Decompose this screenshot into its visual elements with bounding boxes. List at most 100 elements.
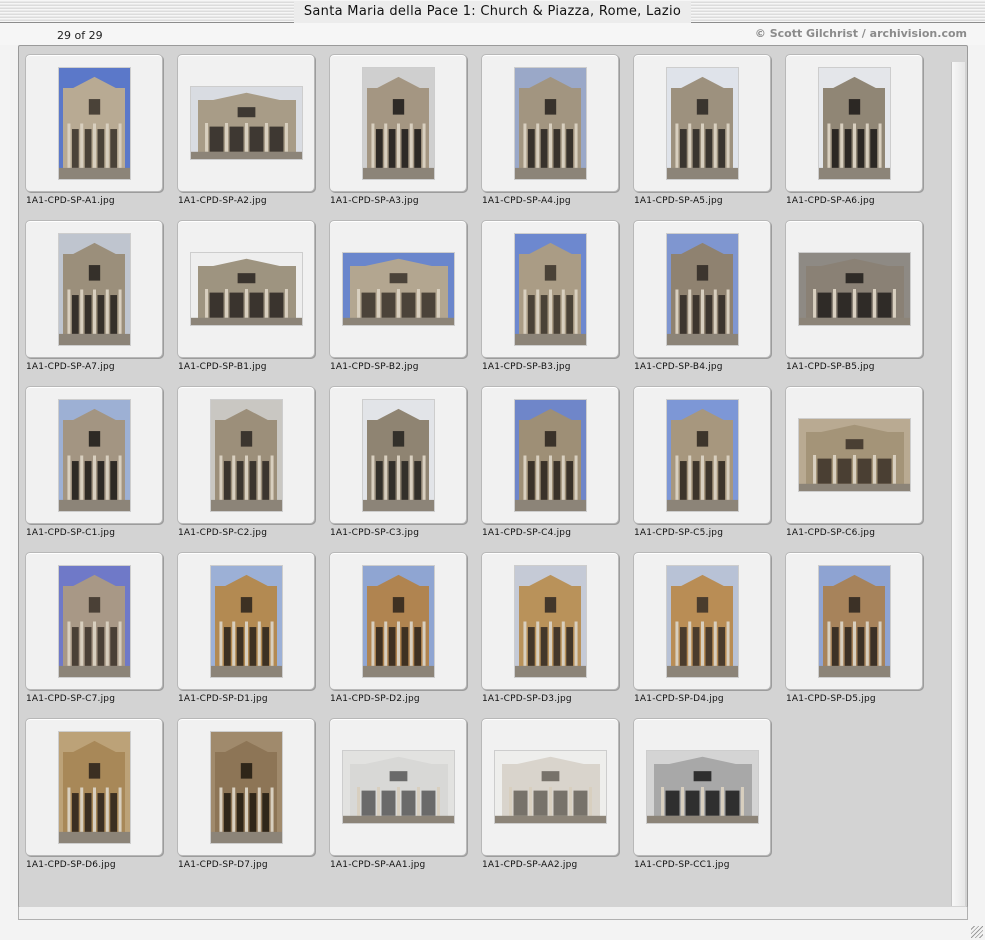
thumbnail-image[interactable]: [514, 67, 586, 179]
thumbnail-item[interactable]: 1A1-CPD-SP-C4.jpg: [481, 386, 621, 552]
copyright-credit: © Scott Gilchrist / archivision.com: [754, 27, 967, 40]
thumbnail-frame[interactable]: [177, 386, 315, 524]
thumbnail-image[interactable]: [362, 399, 434, 511]
thumbnail-frame[interactable]: [177, 54, 315, 192]
thumbnail-image[interactable]: [514, 233, 586, 345]
thumbnail-image[interactable]: [58, 233, 130, 345]
vertical-scrollbar[interactable]: [951, 62, 965, 906]
thumbnail-item[interactable]: 1A1-CPD-SP-D2.jpg: [329, 552, 469, 718]
thumbnail-item[interactable]: 1A1-CPD-SP-B4.jpg: [633, 220, 773, 386]
thumbnail-frame[interactable]: [177, 220, 315, 358]
thumbnail-filename: 1A1-CPD-SP-A5.jpg: [634, 196, 723, 206]
thumbnail-image[interactable]: [362, 67, 434, 179]
thumbnail-frame[interactable]: [481, 220, 619, 358]
thumbnail-item[interactable]: 1A1-CPD-SP-C7.jpg: [25, 552, 165, 718]
thumbnail-filename: 1A1-CPD-SP-AA2.jpg: [482, 860, 578, 870]
thumbnail-image[interactable]: [210, 565, 282, 677]
thumbnail-frame[interactable]: [785, 54, 923, 192]
thumbnail-filename: 1A1-CPD-SP-D3.jpg: [482, 694, 572, 704]
thumbnail-item[interactable]: 1A1-CPD-SP-D4.jpg: [633, 552, 773, 718]
thumbnail-image[interactable]: [646, 751, 758, 823]
thumbnail-item[interactable]: 1A1-CPD-SP-B1.jpg: [177, 220, 317, 386]
thumbnail-item[interactable]: 1A1-CPD-SP-D6.jpg: [25, 718, 165, 884]
thumbnail-item[interactable]: 1A1-CPD-SP-A3.jpg: [329, 54, 469, 220]
thumbnail-frame[interactable]: [329, 220, 467, 358]
thumbnail-frame[interactable]: [25, 54, 163, 192]
thumbnail-image[interactable]: [494, 751, 606, 823]
thumbnail-image[interactable]: [818, 565, 890, 677]
thumbnail-frame[interactable]: [633, 54, 771, 192]
thumbnail-image[interactable]: [798, 419, 910, 491]
thumbnail-frame[interactable]: [25, 552, 163, 690]
thumbnail-frame[interactable]: [481, 718, 619, 856]
thumbnail-frame[interactable]: [329, 552, 467, 690]
thumbnail-filename: 1A1-CPD-SP-B1.jpg: [178, 362, 267, 372]
thumbnail-item[interactable]: 1A1-CPD-SP-A6.jpg: [785, 54, 925, 220]
thumbnail-item[interactable]: 1A1-CPD-SP-C3.jpg: [329, 386, 469, 552]
thumbnail-item[interactable]: 1A1-CPD-SP-C1.jpg: [25, 386, 165, 552]
thumbnail-frame[interactable]: [481, 386, 619, 524]
thumbnail-item[interactable]: 1A1-CPD-SP-D3.jpg: [481, 552, 621, 718]
resize-grip-icon[interactable]: [971, 926, 983, 938]
thumbnail-image[interactable]: [342, 253, 454, 325]
thumbnail-image[interactable]: [190, 253, 302, 325]
thumbnail-image[interactable]: [818, 67, 890, 179]
thumbnail-image[interactable]: [798, 253, 910, 325]
thumbnail-frame[interactable]: [25, 220, 163, 358]
horizontal-scrollbar[interactable]: [18, 907, 968, 920]
thumbnail-image[interactable]: [666, 399, 738, 511]
thumbnail-image[interactable]: [58, 731, 130, 843]
thumbnail-image[interactable]: [666, 233, 738, 345]
thumbnail-item[interactable]: 1A1-CPD-SP-CC1.jpg: [633, 718, 773, 884]
thumbnail-item[interactable]: 1A1-CPD-SP-AA2.jpg: [481, 718, 621, 884]
thumbnail-frame[interactable]: [25, 386, 163, 524]
thumbnail-item[interactable]: 1A1-CPD-SP-B3.jpg: [481, 220, 621, 386]
thumbnail-image[interactable]: [666, 565, 738, 677]
thumbnail-image[interactable]: [514, 565, 586, 677]
thumbnail-image[interactable]: [666, 67, 738, 179]
thumbnail-frame[interactable]: [633, 718, 771, 856]
thumbnail-frame[interactable]: [329, 718, 467, 856]
thumbnail-item[interactable]: 1A1-CPD-SP-D1.jpg: [177, 552, 317, 718]
thumbnail-filename: 1A1-CPD-SP-C7.jpg: [26, 694, 116, 704]
thumbnail-item[interactable]: 1A1-CPD-SP-AA1.jpg: [329, 718, 469, 884]
thumbnail-item[interactable]: 1A1-CPD-SP-D5.jpg: [785, 552, 925, 718]
thumbnail-frame[interactable]: [177, 552, 315, 690]
thumbnail-filename: 1A1-CPD-SP-C5.jpg: [634, 528, 724, 538]
thumbnail-image[interactable]: [210, 399, 282, 511]
thumbnail-frame[interactable]: [633, 552, 771, 690]
thumbnail-image[interactable]: [58, 67, 130, 179]
thumbnail-frame[interactable]: [633, 386, 771, 524]
thumbnail-item[interactable]: 1A1-CPD-SP-A4.jpg: [481, 54, 621, 220]
thumbnail-item[interactable]: 1A1-CPD-SP-A5.jpg: [633, 54, 773, 220]
thumbnail-image[interactable]: [342, 751, 454, 823]
thumbnail-frame[interactable]: [481, 552, 619, 690]
thumbnail-image[interactable]: [514, 399, 586, 511]
thumbnail-item[interactable]: 1A1-CPD-SP-C6.jpg: [785, 386, 925, 552]
thumbnail-frame[interactable]: [785, 552, 923, 690]
thumbnail-item[interactable]: 1A1-CPD-SP-B2.jpg: [329, 220, 469, 386]
thumbnail-image[interactable]: [210, 731, 282, 843]
thumbnail-frame[interactable]: [633, 220, 771, 358]
thumbnail-item[interactable]: 1A1-CPD-SP-A7.jpg: [25, 220, 165, 386]
thumbnail-item[interactable]: 1A1-CPD-SP-A1.jpg: [25, 54, 165, 220]
thumbnail-image[interactable]: [58, 399, 130, 511]
thumbnail-frame[interactable]: [785, 220, 923, 358]
thumbnail-frame[interactable]: [481, 54, 619, 192]
thumbnail-item[interactable]: 1A1-CPD-SP-B5.jpg: [785, 220, 925, 386]
thumbnail-filename: 1A1-CPD-SP-AA1.jpg: [330, 860, 426, 870]
thumbnail-item[interactable]: 1A1-CPD-SP-A2.jpg: [177, 54, 317, 220]
thumbnail-frame[interactable]: [329, 386, 467, 524]
thumbnail-image[interactable]: [362, 565, 434, 677]
thumbnail-frame[interactable]: [25, 718, 163, 856]
thumbnail-frame[interactable]: [785, 386, 923, 524]
thumbnail-filename: 1A1-CPD-SP-D1.jpg: [178, 694, 268, 704]
thumbnail-item[interactable]: 1A1-CPD-SP-C2.jpg: [177, 386, 317, 552]
thumbnail-image[interactable]: [58, 565, 130, 677]
thumbnail-item[interactable]: 1A1-CPD-SP-D7.jpg: [177, 718, 317, 884]
window-title-bar[interactable]: Santa Maria della Pace 1: Church & Piazz…: [0, 0, 985, 23]
thumbnail-image[interactable]: [190, 87, 302, 159]
thumbnail-frame[interactable]: [329, 54, 467, 192]
thumbnail-item[interactable]: 1A1-CPD-SP-C5.jpg: [633, 386, 773, 552]
thumbnail-frame[interactable]: [177, 718, 315, 856]
